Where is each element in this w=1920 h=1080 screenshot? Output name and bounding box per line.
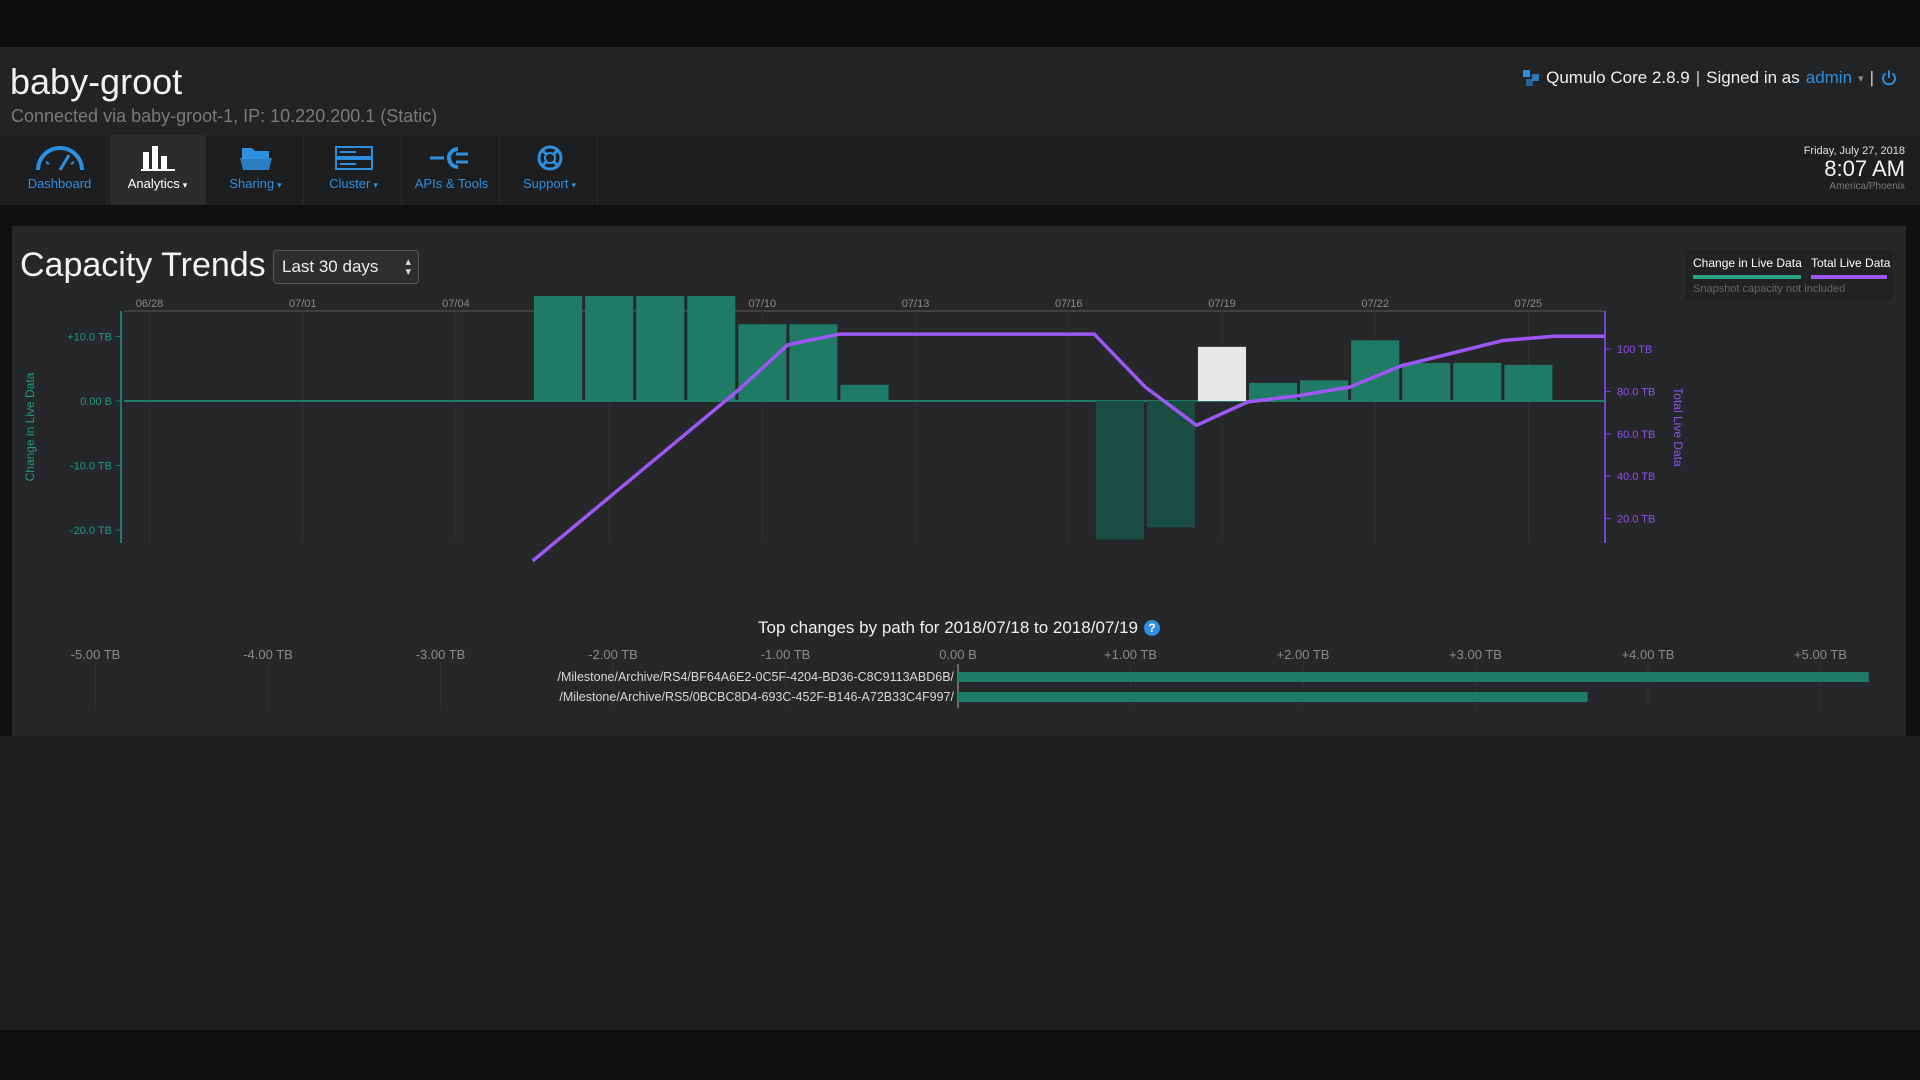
nav-label: Cluster <box>329 176 371 191</box>
nav-cluster[interactable]: Cluster ▾ <box>306 135 402 205</box>
nav-apis-tools[interactable]: APIs & Tools <box>404 135 500 205</box>
signed-in-label: Signed in as <box>1706 68 1800 87</box>
nav-label: APIs & Tools <box>414 176 489 191</box>
path-change-bar <box>958 672 1869 682</box>
main-nav: Dashboard Analytics ▾ Sharing ▾ Cluster ▾ <box>0 135 1920 205</box>
x-tick-label: +3.00 TB <box>1449 647 1502 662</box>
chevron-down-icon[interactable]: ▾ <box>1858 72 1864 85</box>
gauge-icon <box>35 146 84 171</box>
empty-area <box>0 736 1920 1030</box>
bottom-band <box>0 1030 1920 1080</box>
nav-label: Support <box>522 176 569 191</box>
top-changes-title: Top changes by path for 2018/07/18 to 20… <box>12 618 1906 638</box>
cluster-name: baby-groot <box>10 61 183 102</box>
path-change-bar <box>958 692 1588 702</box>
lifebuoy-icon <box>537 145 562 171</box>
capacity-trends-panel: Capacity Trends Last 30 days ▴ ▾ Change i… <box>12 226 1906 736</box>
chevron-down-icon: ▾ <box>277 180 282 190</box>
help-icon[interactable]: ? <box>1143 620 1160 636</box>
chevron-down-icon: ▾ <box>571 180 577 190</box>
x-tick-label: -5.00 TB <box>71 647 121 662</box>
bar-chart-icon <box>140 146 175 171</box>
path-label: /Milestone/Archive/RS5/0BCBC8D4-693C-452… <box>559 690 954 704</box>
chevron-down-icon: ▾ <box>373 180 378 190</box>
app-header: baby-groot Connected via baby-groot-1, I… <box>0 47 1920 135</box>
user-menu[interactable]: admin <box>1806 68 1852 88</box>
separator: | <box>1869 68 1874 87</box>
nav-label: Analytics <box>127 176 180 191</box>
server-rack-icon <box>334 146 373 170</box>
plug-icon <box>429 147 468 169</box>
x-tick-label: +1.00 TB <box>1104 647 1157 662</box>
x-tick-label: -4.00 TB <box>243 647 293 662</box>
x-tick-label: 0.00 B <box>939 647 977 662</box>
nav-analytics[interactable]: Analytics ▾ <box>110 135 206 205</box>
qumulo-logo-icon <box>1523 70 1540 86</box>
nav-label: Sharing <box>229 176 275 191</box>
nav-support[interactable]: Support ▾ <box>502 135 598 205</box>
x-tick-label: -3.00 TB <box>416 647 466 662</box>
x-tick-label: +2.00 TB <box>1277 647 1330 662</box>
current-time: 8:07 AM <box>1824 156 1905 181</box>
nav-label: Dashboard <box>27 176 92 191</box>
account-bar: Qumulo Core 2.8.9 | Signed in as admin ▾… <box>1522 68 1898 88</box>
connection-info: Connected via baby-groot-1, IP: 10.220.2… <box>11 106 438 126</box>
nav-dashboard[interactable]: Dashboard <box>12 135 108 205</box>
chevron-down-icon: ▾ <box>182 180 188 190</box>
folders-icon <box>239 148 272 170</box>
x-tick-label: -1.00 TB <box>761 647 811 662</box>
top-changes-title-text: Top changes by path for 2018/07/18 to 20… <box>758 618 1138 637</box>
separator: | <box>1695 68 1701 87</box>
top-changes-chart: -5.00 TB -4.00 TB -3.00 TB -2.00 TB -1.00 TB… <box>71 647 1869 708</box>
nav-sharing[interactable]: Sharing ▾ <box>208 135 304 205</box>
path-label: /Milestone/Archive/RS4/BF64A6E2-0C5F-420… <box>558 670 955 684</box>
x-tick-label: +4.00 TB <box>1622 647 1675 662</box>
clock: Friday, July 27, 2018 8:07 AM America/Ph… <box>1804 145 1905 192</box>
x-tick-label: -2.00 TB <box>588 647 638 662</box>
top-band <box>0 0 1920 47</box>
timezone: America/Phoenix <box>1829 181 1905 192</box>
power-icon[interactable] <box>1880 69 1898 87</box>
product-version: Qumulo Core 2.8.9 <box>1546 68 1690 87</box>
x-tick-label: +5.00 TB <box>1794 647 1847 662</box>
